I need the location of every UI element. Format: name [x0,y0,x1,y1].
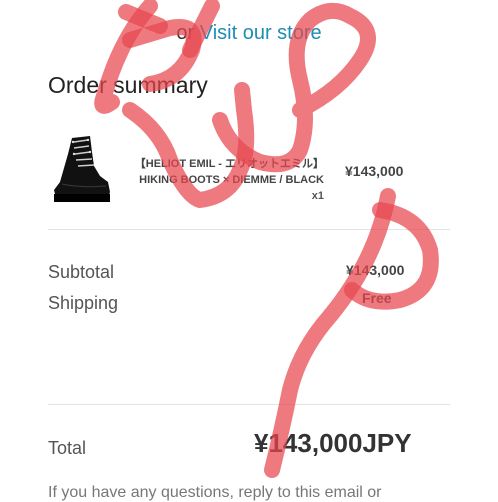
divider [48,404,450,405]
item-name: 【HELIOT EMIL - エリオットエミル】 HIKING BOOTS × … [134,158,324,186]
shipping-label: Shipping [48,293,119,313]
divider [48,229,450,230]
subtotal-value: ¥143,000 [346,262,405,278]
order-summary-title: Order summary [48,72,208,98]
footer-text: If you have any questions, reply to this… [48,484,382,501]
hiking-boot-image [54,136,110,202]
total-label: Total [48,438,87,458]
visit-store-link[interactable]: Visit our store [200,22,322,44]
store-link-prefix: or [176,22,195,44]
shipping-value: Free [362,290,392,306]
subtotal-label: Subtotal [48,262,115,282]
total-value: ¥143,000JPY [254,428,412,458]
item-price: ¥143,000 [345,163,404,179]
store-link-line: or Visit our store [0,22,498,45]
item-quantity: x1 [311,190,324,202]
